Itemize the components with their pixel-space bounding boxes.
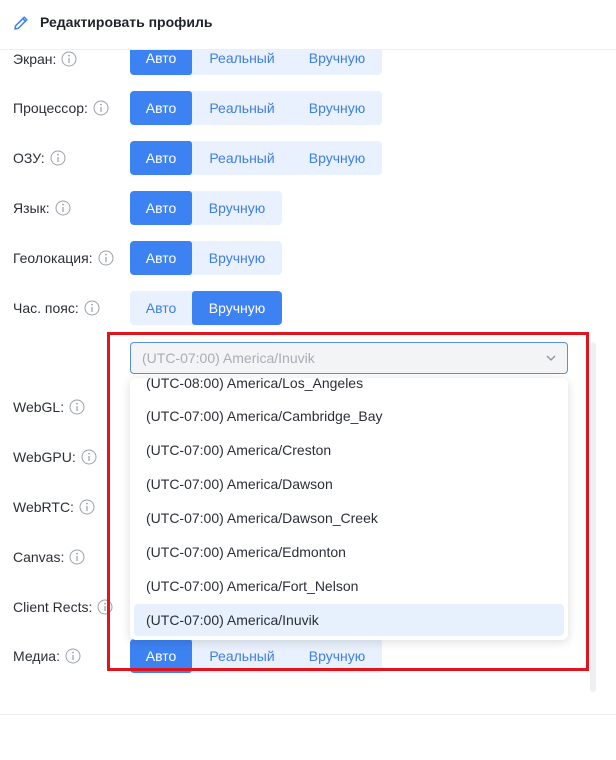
row-label-text: Час. пояс: bbox=[13, 300, 79, 316]
row-label: WebGL: bbox=[13, 399, 85, 415]
timezone-option[interactable]: (UTC-08:00) America/Los_Angeles bbox=[134, 378, 564, 399]
row-label: Процессор: bbox=[13, 100, 109, 116]
info-icon[interactable] bbox=[81, 449, 97, 465]
pencil-icon bbox=[14, 16, 28, 30]
row-media: Медиа: Авто Реальный Вручную bbox=[0, 639, 616, 673]
option-auto[interactable]: Авто bbox=[130, 639, 192, 673]
row-label-text: Медиа: bbox=[13, 648, 60, 664]
segmented-control-cpu: Авто Реальный Вручную bbox=[130, 91, 382, 125]
row-label: ОЗУ: bbox=[13, 150, 66, 166]
row-label-text: Геолокация: bbox=[13, 250, 93, 266]
row-label: Медиа: bbox=[13, 648, 81, 664]
row-label: Час. пояс: bbox=[13, 300, 100, 316]
row-label-text: WebRTC: bbox=[13, 499, 74, 515]
info-icon[interactable] bbox=[65, 648, 81, 664]
info-icon[interactable] bbox=[55, 200, 71, 216]
row-label-text: Процессор: bbox=[13, 100, 88, 116]
info-icon[interactable] bbox=[50, 150, 66, 166]
row-label: Язык: bbox=[13, 200, 71, 216]
timezone-option[interactable]: (UTC-07:00) America/Edmonton bbox=[134, 536, 564, 568]
row-cpu: Процессор: Авто Реальный Вручную bbox=[0, 91, 616, 125]
info-icon[interactable] bbox=[98, 250, 114, 266]
option-manual[interactable]: Вручную bbox=[292, 91, 382, 125]
row-label: Экран: bbox=[13, 51, 77, 67]
option-auto[interactable]: Авто bbox=[130, 191, 192, 225]
row-label: Canvas: bbox=[13, 549, 85, 565]
row-timezone: Час. пояс: Авто Вручную bbox=[0, 291, 616, 325]
info-icon[interactable] bbox=[69, 549, 85, 565]
option-manual[interactable]: Вручную bbox=[292, 141, 382, 175]
option-real[interactable]: Реальный bbox=[192, 141, 292, 175]
segmented-control-ram: Авто Реальный Вручную bbox=[130, 141, 382, 175]
row-label: WebGPU: bbox=[13, 449, 97, 465]
segmented-control-language: Авто Вручную bbox=[130, 191, 282, 225]
timezone-option[interactable]: (UTC-07:00) America/Dawson_Creek bbox=[134, 502, 564, 534]
timezone-option[interactable]: (UTC-07:00) America/Dawson bbox=[134, 468, 564, 500]
row-label-text: Экран: bbox=[13, 51, 57, 67]
timezone-select[interactable]: (UTC-07:00) America/Inuvik bbox=[130, 342, 568, 374]
row-label: Client Rects: bbox=[13, 599, 113, 615]
option-real[interactable]: Реальный bbox=[192, 91, 292, 125]
option-auto[interactable]: Авто bbox=[130, 91, 192, 125]
row-label-text: WebGPU: bbox=[13, 449, 76, 465]
dialog-header: Редактировать профиль bbox=[0, 0, 616, 50]
segmented-control-media: Авто Реальный Вручную bbox=[130, 639, 382, 673]
dialog-title: Редактировать профиль bbox=[40, 14, 213, 30]
option-real[interactable]: Реальный bbox=[192, 639, 292, 673]
timezone-dropdown: (UTC-08:00) America/Los_Angeles (UTC-07:… bbox=[130, 378, 568, 640]
row-label: Геолокация: bbox=[13, 250, 114, 266]
row-label: WebRTC: bbox=[13, 499, 95, 515]
row-label-text: WebGL: bbox=[13, 399, 65, 415]
segmented-control-timezone: Авто Вручную bbox=[130, 291, 282, 325]
timezone-option[interactable]: (UTC-07:00) America/Fort_Nelson bbox=[134, 570, 564, 602]
row-label-text: Client Rects: bbox=[13, 599, 93, 615]
option-manual[interactable]: Вручную bbox=[192, 241, 282, 275]
info-icon[interactable] bbox=[79, 499, 95, 515]
info-icon[interactable] bbox=[97, 599, 113, 615]
option-manual[interactable]: Вручную bbox=[192, 191, 282, 225]
chevron-down-icon bbox=[546, 355, 556, 361]
option-auto[interactable]: Авто bbox=[130, 141, 192, 175]
timezone-option-selected[interactable]: (UTC-07:00) America/Inuvik bbox=[134, 604, 564, 636]
scrollbar[interactable] bbox=[590, 342, 596, 692]
option-manual[interactable]: Вручную bbox=[292, 639, 382, 673]
info-icon[interactable] bbox=[84, 300, 100, 316]
row-label-text: ОЗУ: bbox=[13, 150, 45, 166]
option-manual[interactable]: Вручную bbox=[192, 291, 282, 325]
segmented-control-geolocation: Авто Вручную bbox=[130, 241, 282, 275]
info-icon[interactable] bbox=[61, 51, 77, 67]
divider bbox=[0, 714, 616, 715]
option-auto[interactable]: Авто bbox=[130, 241, 192, 275]
timezone-select-value: (UTC-07:00) America/Inuvik bbox=[142, 350, 315, 366]
timezone-option[interactable]: (UTC-07:00) America/Creston bbox=[134, 434, 564, 466]
option-auto[interactable]: Авто bbox=[130, 291, 192, 325]
row-language: Язык: Авто Вручную bbox=[0, 191, 616, 225]
row-geolocation: Геолокация: Авто Вручную bbox=[0, 241, 616, 275]
row-label-text: Язык: bbox=[13, 200, 50, 216]
row-label-text: Canvas: bbox=[13, 549, 65, 565]
info-icon[interactable] bbox=[93, 100, 109, 116]
row-ram: ОЗУ: Авто Реальный Вручную bbox=[0, 141, 616, 175]
info-icon[interactable] bbox=[69, 399, 85, 415]
timezone-option[interactable]: (UTC-07:00) America/Cambridge_Bay bbox=[134, 400, 564, 432]
